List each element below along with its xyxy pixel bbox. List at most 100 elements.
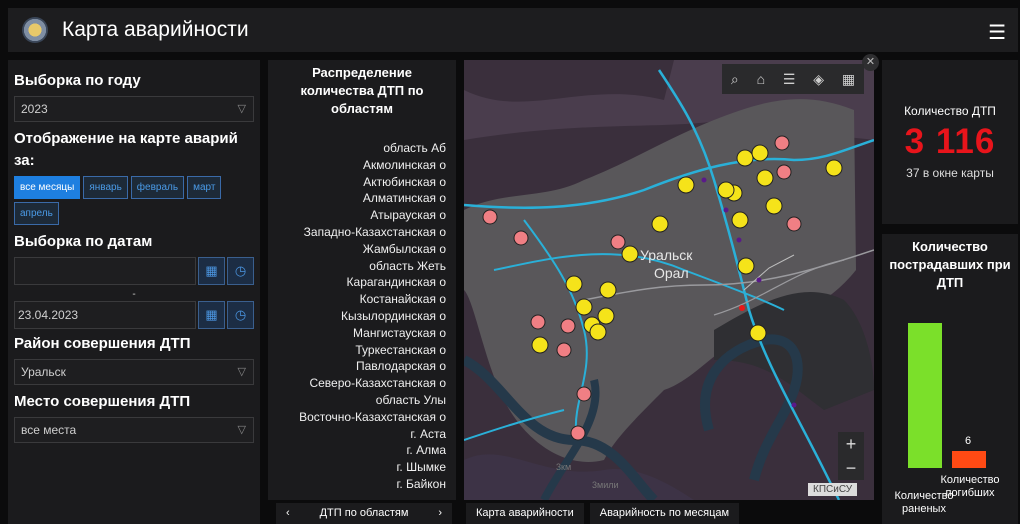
accident-marker-injury[interactable] xyxy=(597,307,615,325)
accident-marker-injury[interactable] xyxy=(749,324,767,342)
clock-icon[interactable]: ◷ xyxy=(227,301,254,329)
road-node xyxy=(791,402,797,408)
calendar-icon[interactable]: ▦ xyxy=(198,257,225,285)
region-item[interactable]: Восточно-Казахстанская о xyxy=(299,409,446,426)
region-item[interactable]: область Аб xyxy=(299,140,446,157)
regions-tab[interactable]: ‹ ДТП по областям › xyxy=(276,503,452,524)
accident-marker-damage[interactable] xyxy=(560,318,576,334)
accident-marker-damage[interactable] xyxy=(776,164,792,180)
region-item[interactable]: Алматинская о xyxy=(299,190,446,207)
tab-months[interactable]: Аварийность по месяцам xyxy=(589,503,740,524)
chevron-right-icon[interactable]: › xyxy=(438,507,442,520)
kpi-sub: 37 в окне карты xyxy=(906,166,994,180)
region-item[interactable]: г. Байкон xyxy=(299,476,446,493)
list-icon[interactable]: ☰ xyxy=(783,71,796,88)
date-to-input[interactable]: 23.04.2023 xyxy=(14,301,196,329)
region-item[interactable]: Атырауская о xyxy=(299,207,446,224)
region-item[interactable]: г. Аста xyxy=(299,426,446,443)
zoom-out-button[interactable]: − xyxy=(838,456,864,480)
accident-marker-damage[interactable] xyxy=(570,425,586,441)
map-canvas[interactable]: Уральск Орал 3км 3мили xyxy=(464,60,874,500)
accident-marker-damage[interactable] xyxy=(610,234,626,250)
accident-count-card: Количество ДТП 3 116 37 в окне карты xyxy=(882,60,1018,224)
calendar-icon[interactable]: ▦ xyxy=(198,301,225,329)
accident-marker-injury[interactable] xyxy=(756,169,774,187)
place-label: Место совершения ДТП xyxy=(14,393,191,410)
region-item[interactable]: Мангистауская о xyxy=(299,325,446,342)
accident-marker-damage[interactable] xyxy=(556,342,572,358)
accident-marker-injury[interactable] xyxy=(731,211,749,229)
regions-title: Распределение количества ДТП по областям xyxy=(300,65,424,116)
road-node xyxy=(701,177,707,183)
accident-marker-injury[interactable] xyxy=(651,215,669,233)
close-icon[interactable]: ✕ xyxy=(862,54,879,71)
month-chip[interactable]: все месяцы xyxy=(14,176,81,199)
accident-marker-injury[interactable] xyxy=(736,149,754,167)
region-item[interactable]: г. Алма xyxy=(299,442,446,459)
grid-icon[interactable]: ▦ xyxy=(842,71,855,88)
accident-marker-injury[interactable] xyxy=(575,298,593,316)
accident-marker-damage[interactable] xyxy=(530,314,546,330)
region-item[interactable]: Кызылординская о xyxy=(299,308,446,325)
month-chip[interactable]: апрель xyxy=(14,202,59,225)
display-label: Отображение на карте аварий за: xyxy=(14,130,238,169)
accident-marker-damage[interactable] xyxy=(513,230,529,246)
region-item[interactable]: Костанайская о xyxy=(299,291,446,308)
accident-marker-injury[interactable] xyxy=(765,197,783,215)
accident-marker-injury[interactable] xyxy=(717,181,735,199)
app-title: Карта аварийности xyxy=(62,18,249,41)
tab-map[interactable]: Карта аварийности xyxy=(466,503,584,524)
region-item[interactable]: область Улы xyxy=(299,392,446,409)
kpi-value: 3 116 xyxy=(904,122,996,161)
region-item[interactable]: Акмолинская о xyxy=(299,157,446,174)
accident-marker-damage[interactable] xyxy=(774,135,790,151)
chevron-left-icon[interactable]: ‹ xyxy=(286,507,290,520)
region-item[interactable]: область Жеть xyxy=(299,258,446,275)
road-node xyxy=(736,237,742,243)
region-item[interactable]: Карагандинская о xyxy=(299,274,446,291)
year-select[interactable]: 2023 ▽ xyxy=(14,96,254,122)
accident-marker-damage[interactable] xyxy=(482,209,498,225)
region-item[interactable]: Западно-Казахстанская о xyxy=(299,224,446,241)
accident-marker-injury[interactable] xyxy=(751,144,769,162)
accident-marker-injury[interactable] xyxy=(677,176,695,194)
month-chip[interactable]: январь xyxy=(83,176,128,199)
accident-marker-injury[interactable] xyxy=(589,323,607,341)
accident-marker-injury[interactable] xyxy=(565,275,583,293)
month-chip[interactable]: март xyxy=(187,176,222,199)
region-item[interactable]: Жамбылская о xyxy=(299,241,446,258)
regions-tab-label: ДТП по областям xyxy=(319,507,409,519)
search-icon[interactable]: ⌕ xyxy=(731,71,739,88)
date-from-input[interactable] xyxy=(14,257,196,285)
accident-map[interactable]: Уральск Орал 3км 3мили xyxy=(464,60,874,500)
month-chip-group: все месяцы январь февраль март апрель xyxy=(14,176,254,225)
clock-icon[interactable]: ◷ xyxy=(227,257,254,285)
place-select[interactable]: все места ▽ xyxy=(14,417,254,443)
hamburger-menu-icon[interactable]: ☰ xyxy=(988,20,1006,45)
month-chip[interactable]: февраль xyxy=(130,176,185,199)
district-select[interactable]: Уральск ▽ xyxy=(14,359,254,385)
map-toolbar: ⌕ ⌂ ☰ ◈ ▦ xyxy=(722,64,864,94)
scale-km: 3км xyxy=(556,462,571,472)
region-item[interactable]: Павлодарская о xyxy=(299,358,446,375)
chevron-down-icon: ▽ xyxy=(237,103,246,115)
bar-killed[interactable] xyxy=(952,451,986,468)
date-from-row: ▦ ◷ xyxy=(14,257,254,285)
accident-marker-injury[interactable] xyxy=(737,257,755,275)
accident-marker-damage[interactable] xyxy=(576,386,592,402)
zoom-in-button[interactable]: + xyxy=(838,432,864,456)
city-label-uralsk: Уральск xyxy=(640,247,693,263)
region-item[interactable]: Северо-Казахстанская о xyxy=(299,375,446,392)
region-item[interactable]: Актюбинская о xyxy=(299,174,446,191)
accident-marker-damage[interactable] xyxy=(786,216,802,232)
bar-injured[interactable] xyxy=(908,323,942,468)
layers-icon[interactable]: ◈ xyxy=(813,71,824,88)
accident-marker-injury[interactable] xyxy=(825,159,843,177)
region-item[interactable]: г. Шымке xyxy=(299,459,446,476)
accident-marker-injury[interactable] xyxy=(599,281,617,299)
accident-marker-injury[interactable] xyxy=(621,245,639,263)
accident-marker-injury[interactable] xyxy=(531,336,549,354)
home-icon[interactable]: ⌂ xyxy=(757,71,765,87)
app-logo xyxy=(22,17,48,43)
region-item[interactable]: Туркестанская о xyxy=(299,342,446,359)
